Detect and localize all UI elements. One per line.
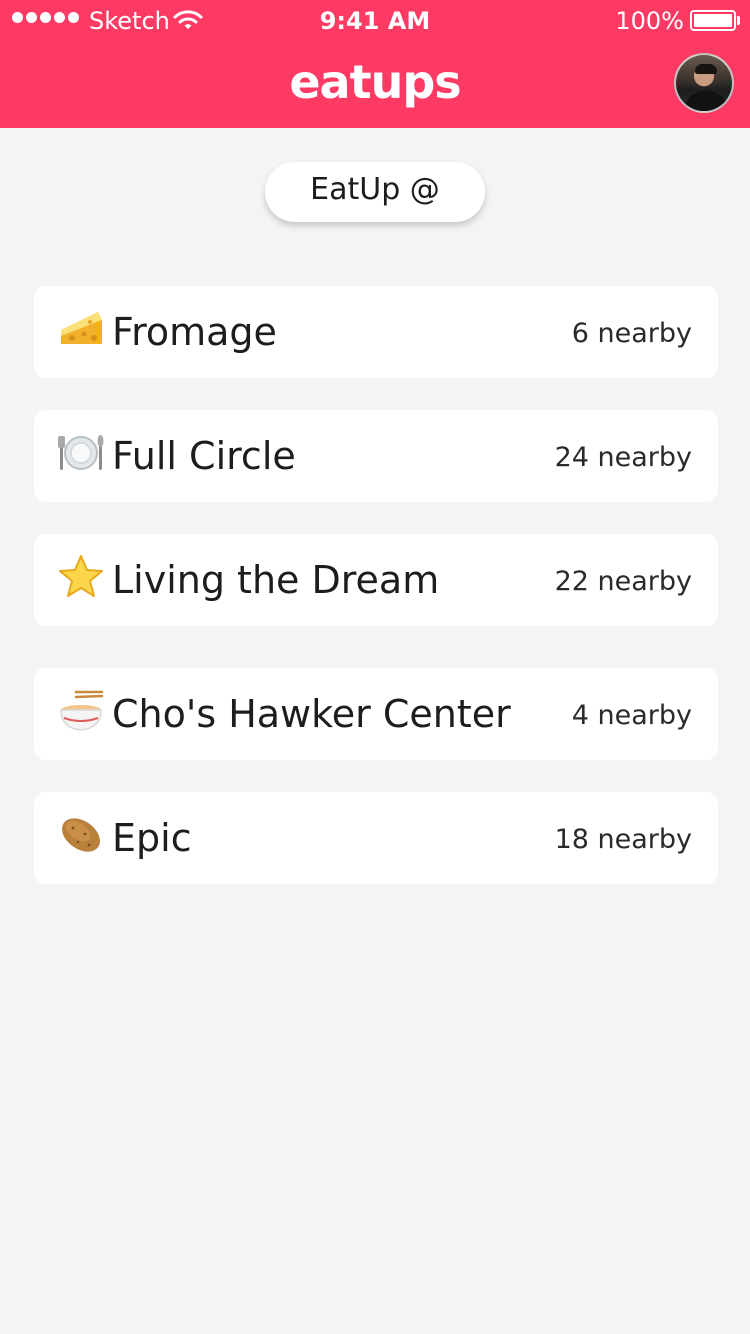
venue-card-epic[interactable]: Epic 18 nearby	[34, 792, 718, 884]
noodle-bowl-icon	[60, 690, 104, 731]
status-bar: Sketch 9:41 AM 100%	[0, 0, 750, 40]
venue-card-full-circle[interactable]: Full Circle 24 nearby	[34, 410, 718, 502]
plate-cutlery-icon	[58, 435, 104, 470]
venue-name: Fromage	[112, 310, 277, 354]
venue-card-fromage[interactable]: Fromage 6 nearby	[34, 286, 718, 378]
venue-nearby-count: 6 nearby	[571, 318, 692, 349]
app-title: eatups	[289, 55, 461, 109]
venue-nearby-count: 22 nearby	[554, 566, 692, 597]
venue-nearby-count: 24 nearby	[554, 442, 692, 473]
user-avatar[interactable]	[674, 53, 734, 113]
venue-nearby-count: 18 nearby	[554, 824, 692, 855]
cheese-icon	[61, 312, 102, 344]
venue-name: Cho's Hawker Center	[112, 692, 511, 736]
battery-icon	[690, 10, 740, 31]
venue-name: Full Circle	[112, 434, 296, 478]
venue-name: Epic	[112, 816, 192, 860]
venue-card-living-the-dream[interactable]: Living the Dream 22 nearby	[34, 534, 718, 626]
venue-card-chos-hawker-center[interactable]: Cho's Hawker Center 4 nearby	[34, 668, 718, 760]
venue-nearby-count: 4 nearby	[571, 700, 692, 731]
eatup-location-button[interactable]: EatUp @	[265, 162, 485, 222]
potato-icon	[62, 818, 100, 852]
battery-percentage: 100%	[615, 7, 684, 35]
venue-name: Living the Dream	[112, 558, 440, 602]
app-header: Sketch 9:41 AM 100% eatups	[0, 0, 750, 128]
star-icon	[59, 555, 103, 597]
